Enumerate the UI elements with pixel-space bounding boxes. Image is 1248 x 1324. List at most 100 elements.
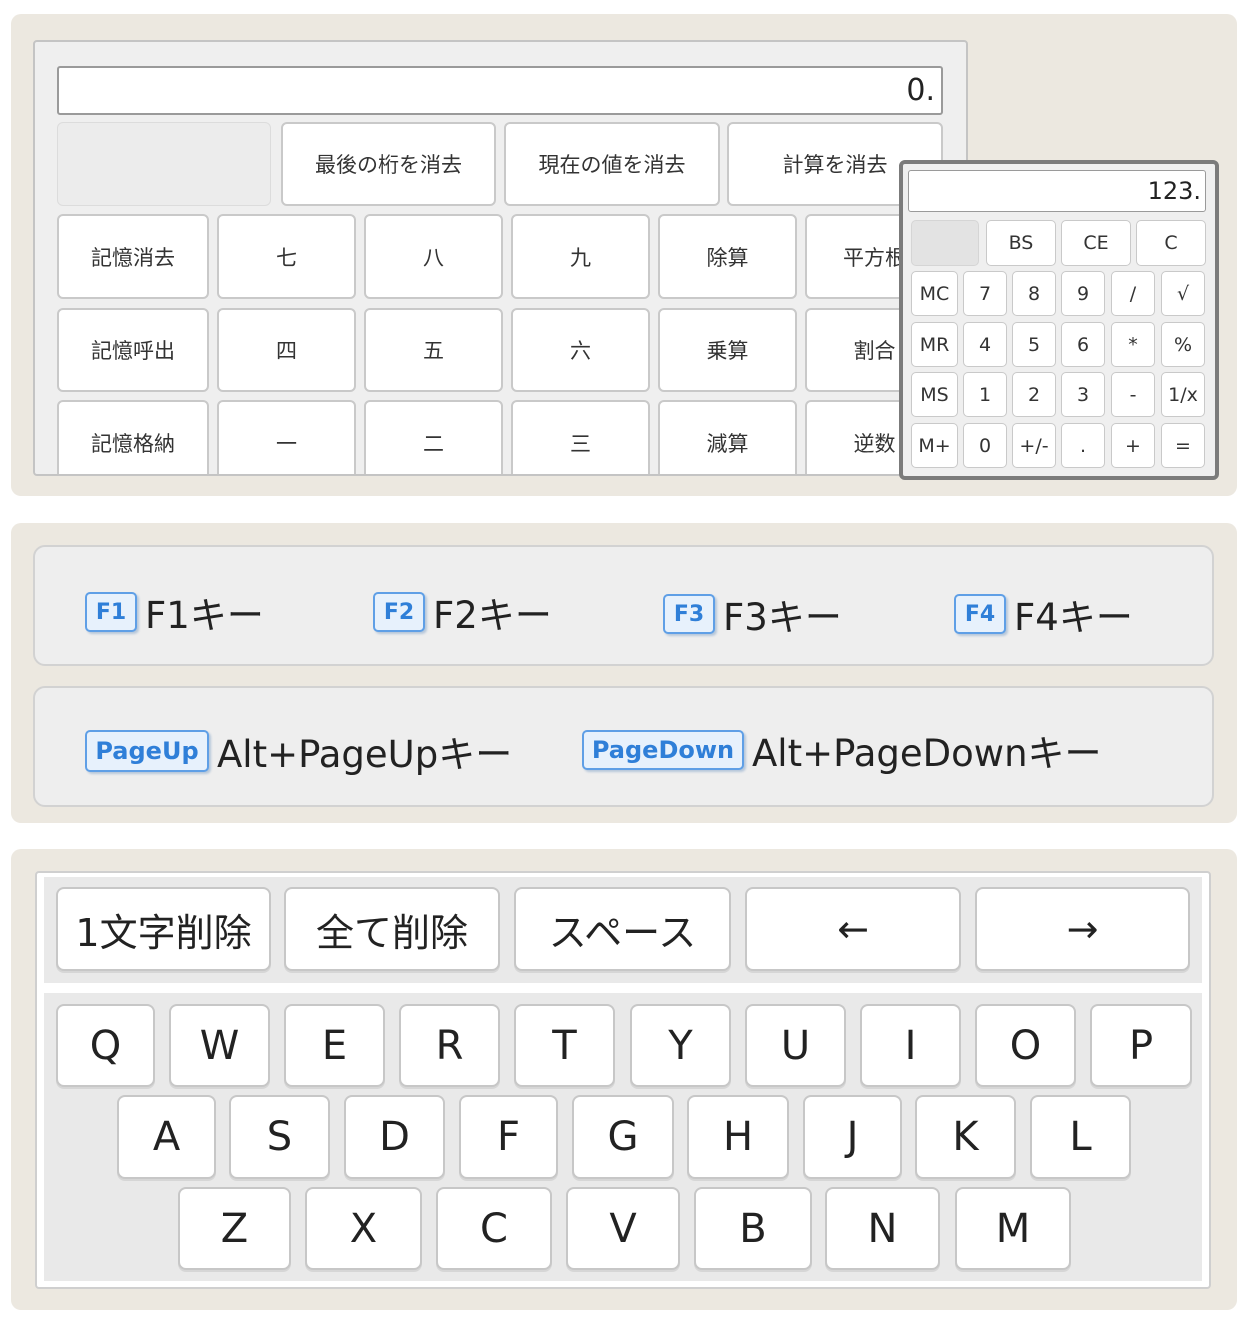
- key-z[interactable]: Z: [178, 1187, 291, 1270]
- digit-4-button-large[interactable]: 四: [217, 308, 356, 392]
- small-calculator-blank-key: [911, 220, 979, 266]
- memory-recall-button-large[interactable]: 記憶呼出: [57, 308, 209, 392]
- pagedown-key-item[interactable]: PageDown Alt+PageDownキー: [582, 723, 1102, 777]
- pagedown-key-label: Alt+PageDownキー: [752, 732, 1102, 775]
- f1-keycap-icon: F1: [85, 592, 137, 632]
- function-keys-row: F1 F1キー F2 F2キー F3 F3キー F4 F4キー: [33, 545, 1214, 666]
- key-t[interactable]: T: [514, 1004, 615, 1087]
- key-e[interactable]: E: [284, 1004, 385, 1087]
- square-root-button-small[interactable]: √: [1161, 271, 1205, 316]
- memory-store-button-small[interactable]: MS: [911, 372, 958, 417]
- key-f[interactable]: F: [459, 1095, 558, 1179]
- page-keys-row: PageUp Alt+PageUpキー PageDown Alt+PageDow…: [33, 686, 1214, 807]
- cursor-left-button[interactable]: ←: [745, 887, 961, 971]
- sign-toggle-button-small[interactable]: +/-: [1012, 423, 1056, 468]
- digit-2-button-small[interactable]: 2: [1012, 372, 1056, 417]
- key-g[interactable]: G: [572, 1095, 674, 1179]
- small-display-value: 123.: [1147, 177, 1201, 205]
- digit-9-button-small[interactable]: 9: [1061, 271, 1105, 316]
- digit-4-button-small[interactable]: 4: [963, 322, 1007, 367]
- small-calculator-display: 123.: [908, 170, 1206, 212]
- key-s[interactable]: S: [229, 1095, 330, 1179]
- multiply-button-small[interactable]: *: [1111, 322, 1155, 367]
- digit-0-button-small[interactable]: 0: [963, 423, 1007, 468]
- clear-button-small[interactable]: C: [1136, 220, 1206, 266]
- key-i[interactable]: I: [860, 1004, 961, 1087]
- key-a[interactable]: A: [117, 1095, 216, 1179]
- f2-key-item[interactable]: F2 F2キー: [373, 585, 552, 639]
- key-k[interactable]: K: [915, 1095, 1016, 1179]
- f4-keycap-icon: F4: [954, 594, 1006, 634]
- pagedown-keycap-icon: PageDown: [582, 730, 744, 770]
- digit-8-button-large[interactable]: 八: [364, 214, 503, 299]
- key-y[interactable]: Y: [630, 1004, 731, 1087]
- f2-keycap-icon: F2: [373, 592, 425, 632]
- digit-7-button-small[interactable]: 7: [963, 271, 1007, 316]
- key-r[interactable]: R: [399, 1004, 500, 1087]
- digit-8-button-small[interactable]: 8: [1012, 271, 1056, 316]
- digit-9-button-large[interactable]: 九: [511, 214, 650, 299]
- digit-6-button-small[interactable]: 6: [1061, 322, 1105, 367]
- pageup-key-item[interactable]: PageUp Alt+PageUpキー: [85, 724, 512, 778]
- percent-button-small[interactable]: %: [1161, 322, 1205, 367]
- digit-2-button-large[interactable]: 二: [364, 400, 503, 474]
- digit-7-button-large[interactable]: 七: [217, 214, 356, 299]
- key-p[interactable]: P: [1090, 1004, 1192, 1087]
- key-n[interactable]: N: [825, 1187, 940, 1270]
- f2-key-label: F2キー: [433, 594, 552, 637]
- key-b[interactable]: B: [694, 1187, 812, 1270]
- key-j[interactable]: J: [803, 1095, 902, 1179]
- small-calculator: 123. BS CE C MC 7 8 9 / √ MR 4 5 6 * % M…: [899, 160, 1219, 480]
- key-u[interactable]: U: [745, 1004, 846, 1087]
- subtract-button-large[interactable]: 減算: [658, 400, 797, 474]
- large-display-value: 0.: [906, 73, 935, 108]
- large-calculator-blank-key: [57, 122, 271, 206]
- divide-button-large[interactable]: 除算: [658, 214, 797, 299]
- reciprocal-button-small[interactable]: 1/x: [1161, 372, 1205, 417]
- key-w[interactable]: W: [169, 1004, 270, 1087]
- equals-button-small[interactable]: =: [1161, 423, 1205, 468]
- key-q[interactable]: Q: [56, 1004, 155, 1087]
- f3-keycap-icon: F3: [663, 594, 715, 634]
- digit-3-button-large[interactable]: 三: [511, 400, 650, 474]
- memory-clear-button-large[interactable]: 記憶消去: [57, 214, 209, 299]
- digit-1-button-large[interactable]: 一: [217, 400, 356, 474]
- f1-key-label: F1キー: [145, 594, 264, 637]
- key-l[interactable]: L: [1030, 1095, 1131, 1179]
- key-x[interactable]: X: [305, 1187, 422, 1270]
- digit-1-button-small[interactable]: 1: [963, 372, 1007, 417]
- delete-char-button[interactable]: 1文字削除: [56, 887, 271, 971]
- f4-key-item[interactable]: F4 F4キー: [954, 587, 1133, 641]
- f3-key-label: F3キー: [723, 596, 842, 639]
- backspace-button-small[interactable]: BS: [986, 220, 1056, 266]
- large-calculator-display: 0.: [57, 66, 943, 115]
- decimal-button-small[interactable]: .: [1061, 423, 1105, 468]
- digit-5-button-small[interactable]: 5: [1012, 322, 1056, 367]
- f3-key-item[interactable]: F3 F3キー: [663, 587, 842, 641]
- digit-6-button-large[interactable]: 六: [511, 308, 650, 392]
- multiply-button-large[interactable]: 乗算: [658, 308, 797, 392]
- key-h[interactable]: H: [687, 1095, 789, 1179]
- clear-entry-button-large[interactable]: 現在の値を消去: [504, 122, 720, 206]
- key-d[interactable]: D: [344, 1095, 445, 1179]
- f1-key-item[interactable]: F1 F1キー: [85, 585, 264, 639]
- digit-5-button-large[interactable]: 五: [364, 308, 503, 392]
- subtract-button-small[interactable]: -: [1111, 372, 1155, 417]
- delete-all-button[interactable]: 全て削除: [284, 887, 500, 971]
- divide-button-small[interactable]: /: [1111, 271, 1155, 316]
- memory-add-button-small[interactable]: M+: [911, 423, 958, 468]
- digit-3-button-small[interactable]: 3: [1061, 372, 1105, 417]
- memory-clear-button-small[interactable]: MC: [911, 271, 958, 316]
- pageup-key-label: Alt+PageUpキー: [217, 733, 513, 776]
- clear-entry-button-small[interactable]: CE: [1061, 220, 1131, 266]
- key-m[interactable]: M: [955, 1187, 1071, 1270]
- backspace-button-large[interactable]: 最後の桁を消去: [281, 122, 496, 206]
- add-button-small[interactable]: +: [1111, 423, 1155, 468]
- memory-store-button-large[interactable]: 記憶格納: [57, 400, 209, 474]
- memory-recall-button-small[interactable]: MR: [911, 322, 958, 367]
- space-button[interactable]: スペース: [514, 887, 731, 971]
- key-v[interactable]: V: [566, 1187, 680, 1270]
- key-c[interactable]: C: [436, 1187, 552, 1270]
- cursor-right-button[interactable]: →: [975, 887, 1190, 971]
- key-o[interactable]: O: [975, 1004, 1076, 1087]
